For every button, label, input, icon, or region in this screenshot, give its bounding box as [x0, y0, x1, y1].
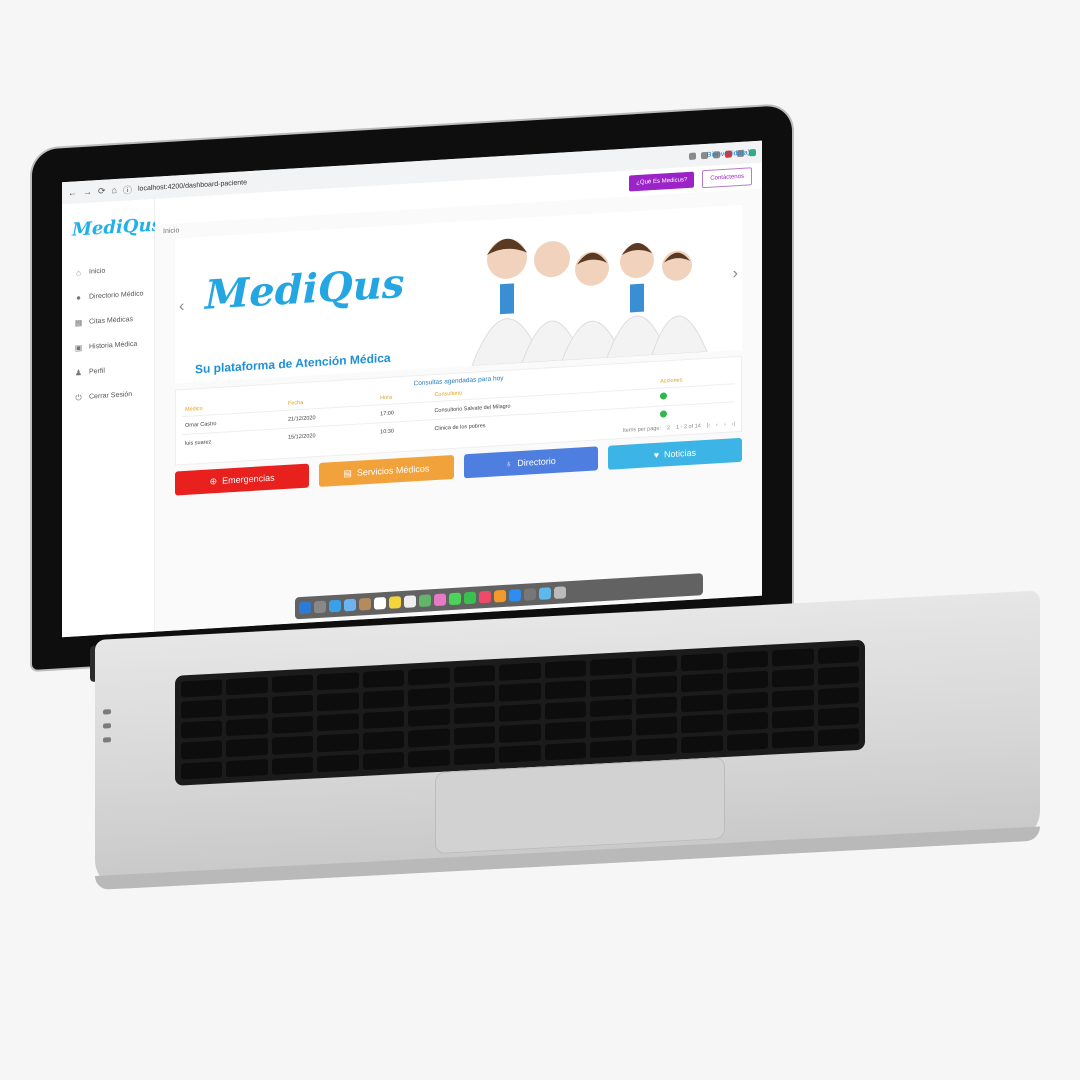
tile-label: Directorio	[517, 455, 556, 469]
sidebar-item-label: Cerrar Sesión	[89, 391, 133, 401]
doctors-image	[471, 238, 708, 367]
prev-page-icon[interactable]: ‹	[716, 422, 718, 428]
keyboard	[175, 639, 865, 786]
audio-port	[103, 737, 111, 743]
user-icon: ♟	[74, 368, 83, 378]
sidebar-item-label: Citas Médicas	[89, 316, 133, 326]
carousel-next-icon[interactable]: ›	[733, 265, 738, 283]
calendar-app-icon[interactable]	[374, 596, 386, 610]
power-icon: ⏻	[75, 392, 82, 402]
trackpad	[435, 756, 725, 855]
page-range: 1 - 2 of 14	[676, 423, 701, 431]
home-icon[interactable]: ⌂	[112, 185, 117, 195]
carousel-prev-icon[interactable]: ‹	[179, 298, 184, 316]
trash-icon[interactable]	[554, 586, 566, 599]
safari-icon[interactable]	[329, 599, 341, 613]
first-page-icon[interactable]: |‹	[707, 423, 710, 429]
mail-icon[interactable]	[344, 598, 356, 612]
clipboard-icon: ▤	[343, 467, 352, 479]
directorio-button[interactable]: ♁ Directorio	[463, 446, 598, 479]
sidebar-item-cerrar-sesion[interactable]: ⏻ Cerrar Sesión	[62, 381, 154, 411]
chat-icon: ●	[76, 293, 81, 303]
alert-icon: ⊕	[209, 475, 218, 486]
settings-icon[interactable]	[524, 588, 536, 601]
photos-icon[interactable]	[434, 593, 446, 607]
sidebar-item-label: Directorio Médico	[89, 290, 144, 301]
finder-icon[interactable]	[299, 601, 311, 615]
sidebar-item-label: Historia Médica	[89, 340, 138, 351]
usb-port	[103, 723, 111, 729]
music-icon[interactable]	[479, 590, 491, 604]
emergencias-button[interactable]: ⊕ Emergencias	[175, 463, 310, 496]
forward-icon[interactable]: →	[83, 186, 92, 197]
folder-icon[interactable]	[539, 587, 551, 600]
next-page-icon[interactable]: ›	[724, 422, 726, 428]
hero-logo: MediQus	[205, 259, 405, 319]
heart-icon: ♥	[653, 449, 660, 461]
sidebar-item-label: Inicio	[89, 267, 106, 276]
last-page-icon[interactable]: ›|	[732, 421, 735, 427]
launchpad-icon[interactable]	[314, 600, 326, 614]
sidebar-item-label: Perfil	[89, 367, 105, 376]
view-eye-icon[interactable]	[660, 410, 668, 418]
folder-icon: ▣	[74, 343, 83, 353]
tile-label: Emergencias	[222, 472, 275, 486]
tile-label: Noticias	[664, 447, 697, 460]
notes-icon[interactable]	[389, 596, 401, 609]
facetime-icon[interactable]	[464, 591, 476, 605]
main-content: Bienvenido(a) ¿Qué Es Medicus? Contácten…	[155, 149, 762, 632]
books-icon[interactable]	[494, 589, 506, 603]
laptop-screen: ← → ⟳ ⌂ ⓘ localhost:4200/dashboard-pacie…	[62, 140, 762, 638]
items-per-page-label: Items per page:	[622, 425, 661, 434]
stethoscope-icon: ♁	[505, 458, 513, 469]
servicios-medicos-button[interactable]: ▤ Servicios Médicos	[319, 454, 454, 487]
reminders-icon[interactable]	[404, 595, 416, 608]
cell-hora: 10:30	[377, 419, 432, 441]
reload-icon[interactable]: ⟳	[98, 185, 106, 196]
page-size-select[interactable]: 2	[667, 425, 670, 431]
calendar-icon: ▦	[74, 318, 83, 328]
hero-tagline: Su plataforma de Atención Médica	[195, 350, 391, 377]
usb-port	[103, 709, 111, 715]
lock-icon: ⓘ	[122, 184, 132, 196]
view-eye-icon[interactable]	[660, 392, 668, 400]
sidebar-logo[interactable]: MediQus	[72, 214, 162, 240]
back-icon[interactable]: ←	[68, 187, 77, 198]
tile-label: Servicios Médicos	[356, 463, 430, 478]
home-icon: ⌂	[76, 268, 81, 278]
profile-icon[interactable]	[749, 148, 756, 156]
what-is-medicus-button[interactable]: ¿Qué Es Medicus?	[629, 171, 695, 192]
app-root: MediQus ⌂ Inicio ● Directorio Médico ▦ C…	[62, 149, 762, 638]
appstore-icon[interactable]	[509, 588, 521, 602]
maps-icon[interactable]	[419, 594, 431, 608]
messages-icon[interactable]	[449, 592, 461, 606]
laptop-base	[95, 590, 1040, 890]
noticias-button[interactable]: ♥ Noticias	[607, 437, 742, 470]
key-icon[interactable]	[689, 152, 696, 160]
contacts-icon[interactable]	[359, 597, 371, 611]
laptop-lid: ← → ⟳ ⌂ ⓘ localhost:4200/dashboard-pacie…	[32, 104, 792, 671]
contact-button[interactable]: Contáctenos	[702, 167, 752, 189]
sidebar: MediQus ⌂ Inicio ● Directorio Médico ▦ C…	[62, 198, 162, 638]
